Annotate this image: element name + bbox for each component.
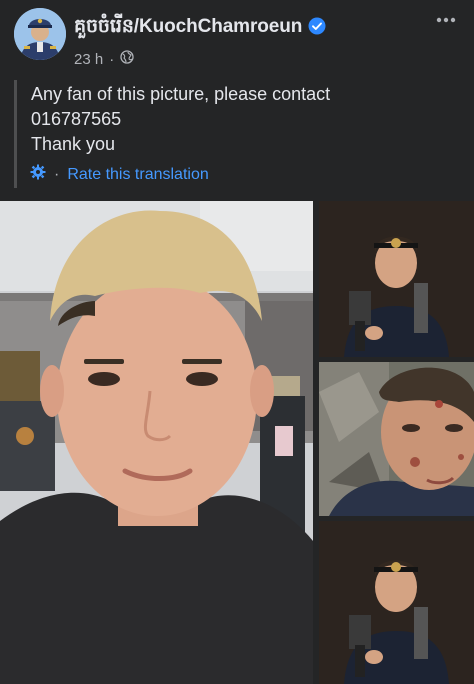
post-text-phone[interactable]: 016787565 [31, 107, 454, 132]
photo-thumb-injured[interactable] [319, 362, 474, 516]
photo-thumb-headlamp[interactable] [319, 201, 474, 357]
author-row: គួចចំរើន/KuochChamroeun [74, 14, 326, 42]
rate-translation-link[interactable]: Rate this translation [67, 166, 208, 184]
gear-icon[interactable] [30, 164, 46, 185]
post-meta: 23 h · [74, 50, 134, 68]
verified-badge-icon [308, 17, 326, 40]
post-timestamp[interactable]: 23 h [74, 51, 103, 68]
globe-icon[interactable] [120, 50, 134, 68]
photo-main-selfie[interactable] [0, 201, 313, 684]
author-avatar[interactable] [14, 8, 66, 60]
translation-row: · Rate this translation [30, 164, 209, 185]
photo-thumb-headlamp-2[interactable] [319, 521, 474, 684]
meta-separator: · [109, 50, 115, 68]
translation-separator: · [54, 165, 60, 183]
facebook-post: គួចចំរើន/KuochChamroeun 23 h · Any fan o… [0, 0, 474, 684]
author-name[interactable]: គួចចំរើន/KuochChamroeun [74, 14, 302, 42]
more-options-icon[interactable] [434, 10, 458, 30]
post-text-line-1: Any fan of this picture, please contact [31, 84, 331, 104]
post-text-line-3: Thank you [31, 134, 116, 154]
